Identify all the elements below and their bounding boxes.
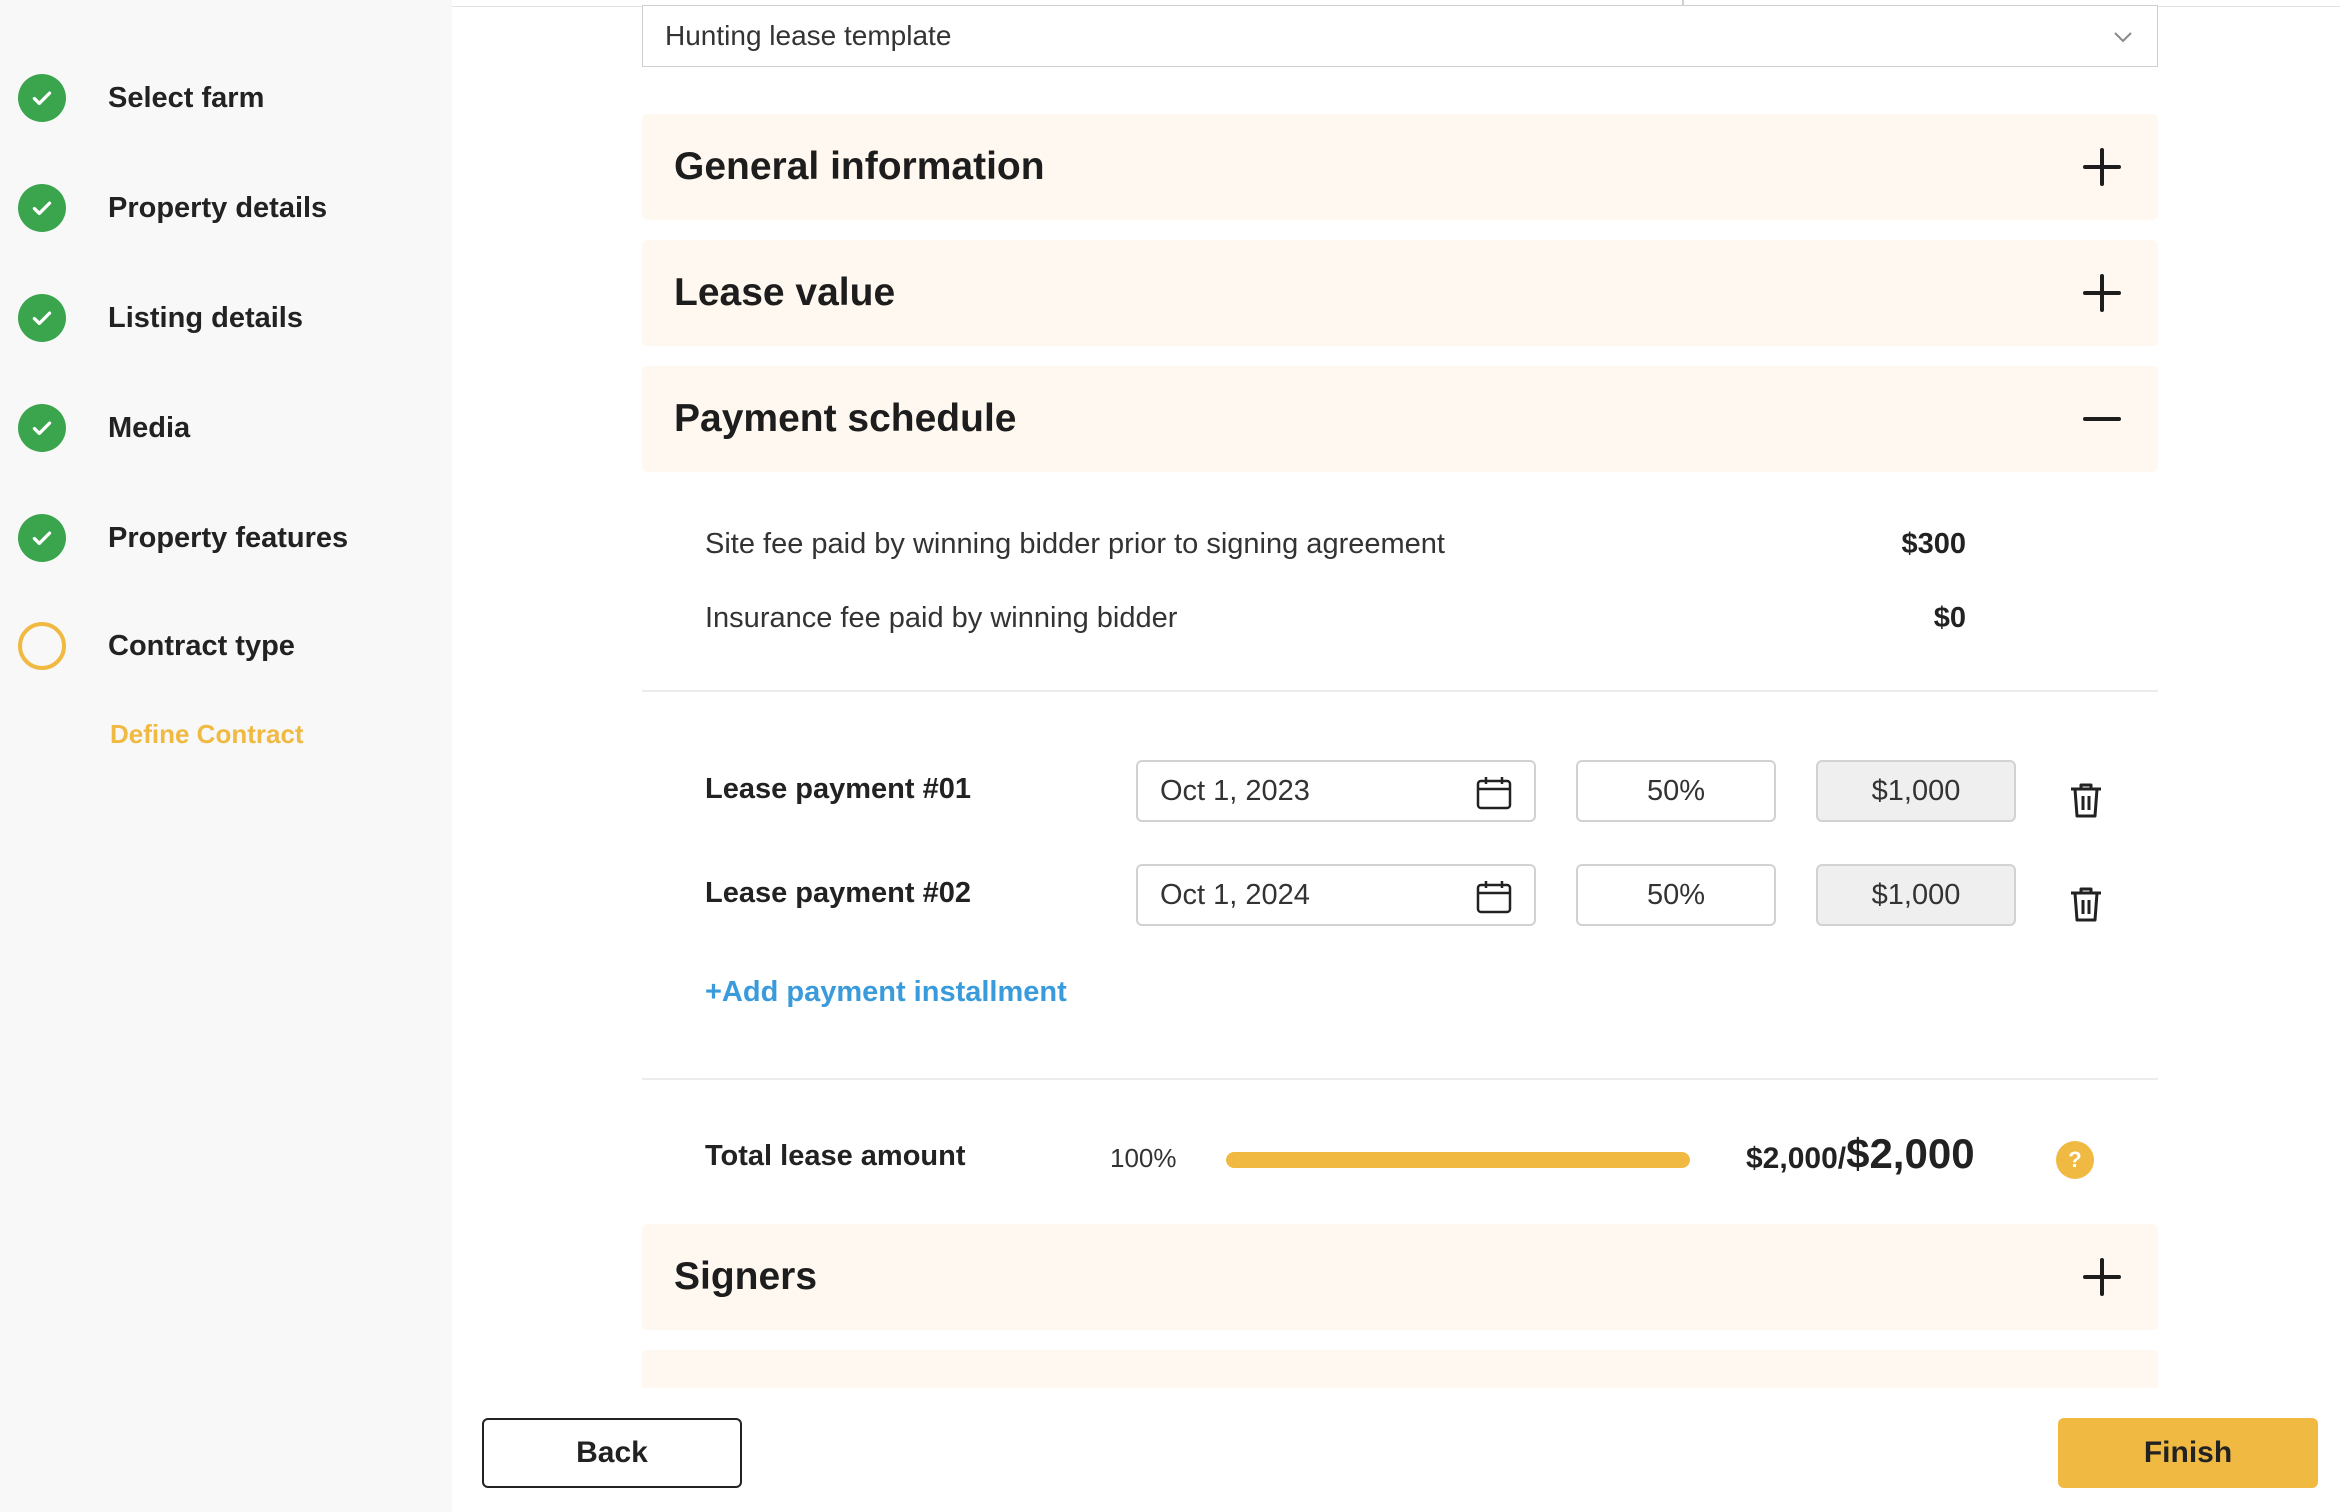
step-label: Property features	[108, 521, 349, 554]
allocation-progress-bar	[1226, 1152, 1690, 1168]
section-signers[interactable]: Signers	[642, 1224, 2158, 1330]
lease-total-amount: $2,000	[1846, 1130, 1975, 1177]
step-label: Listing details	[108, 301, 303, 334]
step-select-farm[interactable]: Select farm	[18, 72, 264, 124]
calendar-icon[interactable]	[1476, 880, 1512, 914]
lease-payment-label: Lease payment #01	[705, 773, 971, 805]
payment-date-input[interactable]: Oct 1, 2024	[1136, 864, 1536, 926]
section-lease-value[interactable]: Lease value	[642, 240, 2158, 346]
minus-icon[interactable]	[2082, 399, 2122, 439]
insurance-fee-value: $0	[1933, 602, 1966, 634]
plus-icon[interactable]	[2082, 147, 2122, 187]
step-label: Contract type	[108, 629, 295, 662]
percent-value: 50%	[1646, 774, 1706, 807]
help-icon[interactable]: ?	[2056, 1141, 2094, 1179]
check-icon	[18, 74, 66, 122]
trash-icon[interactable]	[2066, 884, 2106, 924]
check-icon	[18, 184, 66, 232]
step-contract-type[interactable]: Contract type	[18, 620, 295, 672]
section-title: Lease value	[674, 271, 896, 314]
section-general-information[interactable]: General information	[642, 114, 2158, 220]
section-title: General information	[674, 145, 1045, 188]
check-icon	[18, 514, 66, 562]
section-title: Signers	[674, 1255, 818, 1298]
section-divider	[642, 1078, 2158, 1080]
chevron-down-icon	[2111, 24, 2135, 56]
calendar-icon[interactable]	[1476, 776, 1512, 810]
plus-icon[interactable]	[2082, 1257, 2122, 1297]
check-icon	[18, 294, 66, 342]
allocated-amount: $2,000/	[1746, 1142, 1847, 1175]
back-button[interactable]: Back	[482, 1418, 742, 1488]
total-amount: $2,000/$2,000	[1746, 1130, 1975, 1178]
date-value: Oct 1, 2024	[1160, 878, 1310, 911]
insurance-fee-label: Insurance fee paid by winning bidder	[705, 602, 1178, 634]
plus-icon[interactable]	[2082, 273, 2122, 313]
step-property-details[interactable]: Property details	[18, 182, 327, 234]
section-payment-schedule[interactable]: Payment schedule	[642, 366, 2158, 472]
step-property-features[interactable]: Property features	[18, 512, 348, 564]
total-lease-label: Total lease amount	[705, 1140, 966, 1172]
step-label: Select farm	[108, 81, 265, 114]
total-percent: 100%	[1110, 1143, 1177, 1173]
step-media[interactable]: Media	[18, 402, 190, 454]
payment-date-input[interactable]: Oct 1, 2023	[1136, 760, 1536, 822]
substep-define-contract[interactable]: Define Contract	[110, 719, 304, 750]
section-partial-next[interactable]	[642, 1350, 2158, 1390]
lease-payment-label: Lease payment #02	[705, 877, 971, 909]
site-fee-value: $300	[1901, 528, 1966, 560]
current-step-circle-icon	[18, 622, 66, 670]
help-symbol: ?	[2068, 1147, 2082, 1172]
step-listing-details[interactable]: Listing details	[18, 292, 303, 344]
add-payment-installment-link[interactable]: +Add payment installment	[705, 976, 1067, 1009]
site-fee-label: Site fee paid by winning bidder prior to…	[705, 528, 1445, 560]
section-divider	[642, 690, 2158, 692]
wizard-sidebar: Select farm Property details Listing det…	[0, 0, 452, 1512]
amount-value: $1,000	[1871, 878, 1961, 911]
amount-value: $1,000	[1871, 774, 1961, 807]
payment-amount-field: $1,000	[1816, 760, 2016, 822]
contract-template-select[interactable]: Hunting lease template	[642, 5, 2158, 67]
step-label: Media	[108, 411, 191, 444]
finish-label: Finish	[2143, 1436, 2233, 1469]
check-icon	[18, 404, 66, 452]
payment-amount-field: $1,000	[1816, 864, 2016, 926]
step-label: Property details	[108, 191, 328, 224]
date-value: Oct 1, 2023	[1160, 774, 1310, 807]
finish-button[interactable]: Finish	[2058, 1418, 2318, 1488]
percent-value: 50%	[1646, 878, 1706, 911]
back-label: Back	[576, 1436, 648, 1469]
trash-icon[interactable]	[2066, 780, 2106, 820]
section-title: Payment schedule	[674, 397, 1017, 440]
select-value: Hunting lease template	[665, 20, 952, 51]
payment-percent-input[interactable]: 50%	[1576, 864, 1776, 926]
progress-fill	[1226, 1152, 1690, 1168]
payment-percent-input[interactable]: 50%	[1576, 760, 1776, 822]
